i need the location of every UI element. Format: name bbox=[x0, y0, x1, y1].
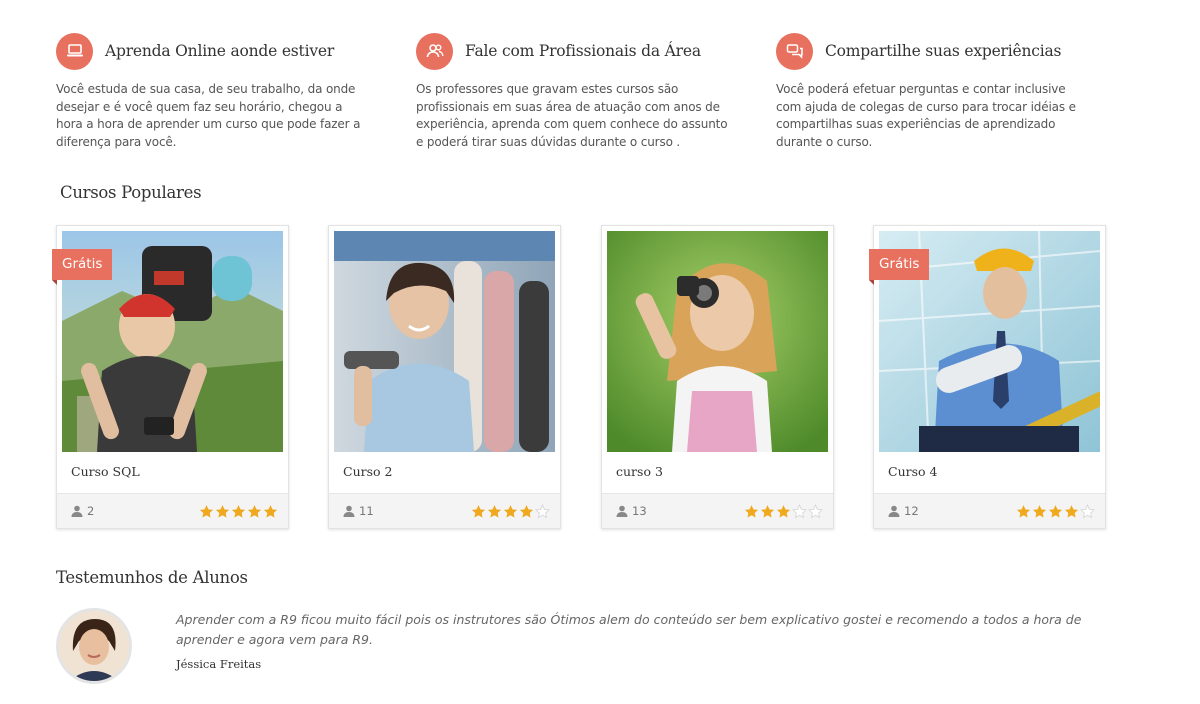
feature-title: Fale com Profissionais da Área bbox=[465, 42, 701, 60]
star-empty-icon bbox=[792, 503, 807, 518]
star-filled-icon bbox=[215, 504, 230, 517]
users-icon bbox=[416, 32, 453, 70]
rating-stars bbox=[471, 503, 550, 519]
star-filled-icon bbox=[263, 504, 278, 517]
course-title[interactable]: Curso 2 bbox=[343, 464, 392, 479]
feature-professionals: Fale com Profissionais da Área Os profes… bbox=[416, 32, 776, 151]
star-empty-icon bbox=[535, 503, 550, 518]
feature-text: Você estuda de sua casa, de seu trabalho… bbox=[56, 82, 361, 149]
rating-stars bbox=[199, 504, 278, 519]
avatar bbox=[56, 608, 134, 688]
star-filled-icon bbox=[1032, 504, 1047, 517]
courses-grid: Grátis Curso SQL 2 Curso 2 11 curso 3 13… bbox=[52, 225, 1116, 529]
course-footer: 12 bbox=[874, 493, 1105, 528]
feature-text: Você poderá efetuar perguntas e contar i… bbox=[776, 82, 1076, 149]
testimonials-section-title: Testemunhos de Alunos bbox=[56, 568, 248, 587]
star-empty-icon bbox=[1080, 503, 1095, 518]
free-badge: Grátis bbox=[869, 249, 930, 285]
students-count: 2 bbox=[71, 504, 94, 518]
courses-section-title: Cursos Populares bbox=[60, 183, 202, 202]
star-filled-icon bbox=[1048, 504, 1063, 517]
user-icon bbox=[343, 505, 355, 517]
chat-icon bbox=[776, 32, 813, 70]
star-filled-icon bbox=[519, 504, 534, 517]
course-thumbnail[interactable] bbox=[334, 231, 555, 452]
course-title[interactable]: Curso SQL bbox=[71, 464, 140, 479]
course-footer: 13 bbox=[602, 493, 833, 528]
star-filled-icon bbox=[247, 504, 262, 517]
testimonial-quote: Aprender com a R9 ficou muito fácil pois… bbox=[176, 612, 1082, 647]
students-count-value: 11 bbox=[359, 504, 374, 518]
star-filled-icon bbox=[471, 504, 486, 517]
rating-stars bbox=[744, 503, 823, 519]
feature-title: Aprenda Online aonde estiver bbox=[105, 42, 335, 60]
star-empty-icon bbox=[808, 503, 823, 518]
star-filled-icon bbox=[199, 504, 214, 517]
feature-learn-online: Aprenda Online aonde estiver Você estuda… bbox=[56, 32, 416, 151]
star-filled-icon bbox=[760, 504, 775, 517]
user-icon bbox=[71, 505, 83, 517]
feature-share: Compartilhe suas experiências Você poder… bbox=[776, 32, 1136, 151]
feature-title: Compartilhe suas experiências bbox=[825, 42, 1062, 60]
star-filled-icon bbox=[487, 504, 502, 517]
user-icon bbox=[616, 505, 628, 517]
user-icon bbox=[888, 505, 900, 517]
students-count: 12 bbox=[888, 504, 919, 518]
star-filled-icon bbox=[776, 504, 791, 517]
course-card[interactable]: Curso 2 11 bbox=[328, 225, 561, 529]
testimonial: Aprender com a R9 ficou muito fácil pois… bbox=[56, 608, 1116, 688]
course-title[interactable]: Curso 4 bbox=[888, 464, 937, 479]
star-filled-icon bbox=[1016, 504, 1031, 517]
star-filled-icon bbox=[1064, 504, 1079, 517]
students-count-value: 12 bbox=[904, 504, 919, 518]
feature-text: Os professores que gravam estes cursos s… bbox=[416, 82, 728, 149]
features-row: Aprenda Online aonde estiver Você estuda… bbox=[56, 32, 1136, 151]
course-card[interactable]: Grátis Curso 4 12 bbox=[869, 225, 1106, 529]
course-card[interactable]: curso 3 13 bbox=[601, 225, 834, 529]
students-count: 13 bbox=[616, 504, 647, 518]
students-count-value: 2 bbox=[87, 504, 95, 518]
course-footer: 2 bbox=[57, 493, 288, 528]
course-card[interactable]: Grátis Curso SQL 2 bbox=[52, 225, 289, 529]
star-filled-icon bbox=[231, 504, 246, 517]
laptop-icon bbox=[56, 32, 93, 70]
star-filled-icon bbox=[744, 504, 759, 517]
free-badge: Grátis bbox=[52, 249, 113, 285]
testimonial-author: Jéssica Freitas bbox=[176, 657, 262, 671]
students-count: 11 bbox=[343, 504, 374, 518]
course-thumbnail[interactable] bbox=[607, 231, 828, 452]
students-count-value: 13 bbox=[632, 504, 647, 518]
course-footer: 11 bbox=[329, 493, 560, 528]
rating-stars bbox=[1016, 503, 1095, 519]
course-title[interactable]: curso 3 bbox=[616, 464, 663, 479]
star-filled-icon bbox=[503, 504, 518, 517]
